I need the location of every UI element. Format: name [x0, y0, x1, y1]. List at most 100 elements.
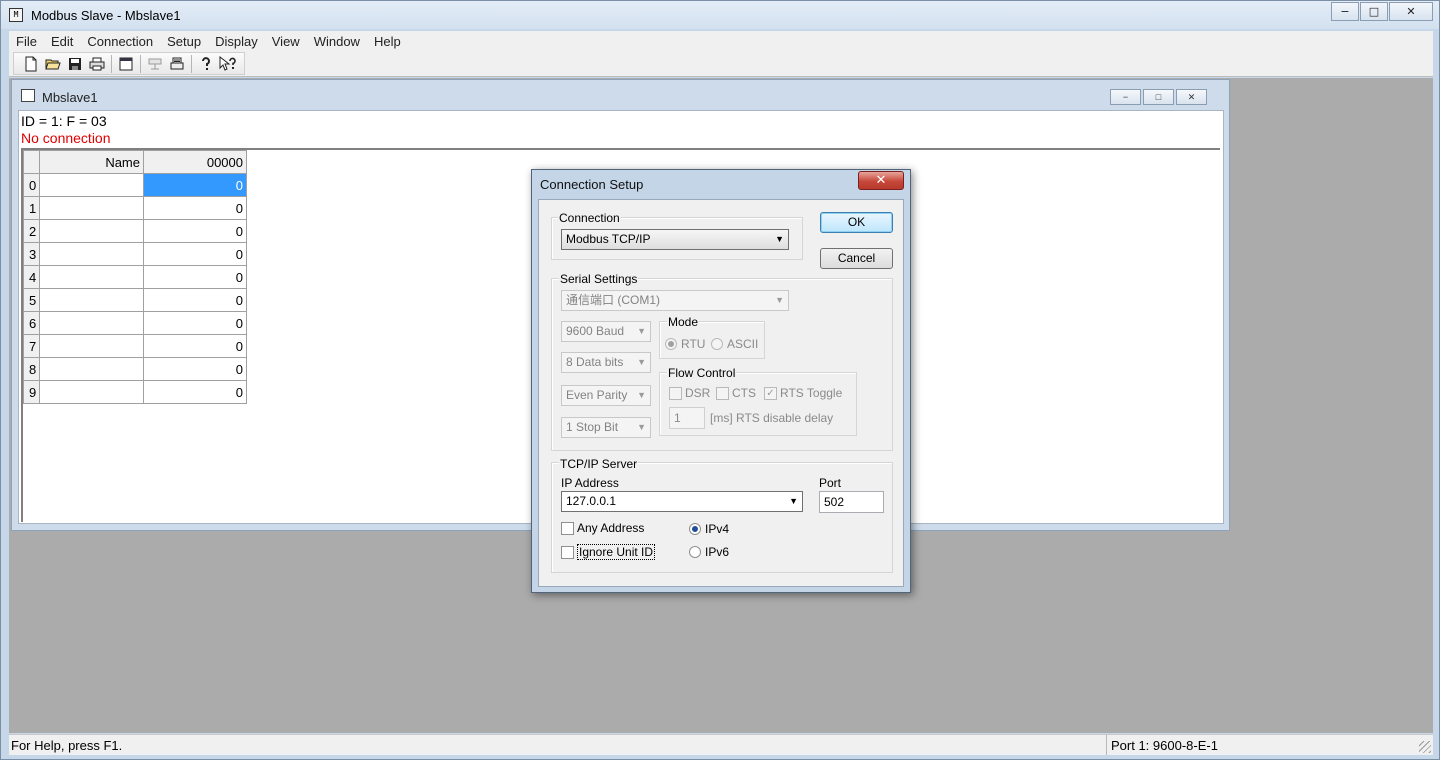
row-header[interactable]: 7 — [23, 334, 40, 358]
menu-bar: File Edit Connection Setup Display View … — [9, 31, 1433, 51]
stop-bits-select[interactable]: 1 Stop Bit ▼ — [561, 417, 651, 438]
menu-setup[interactable]: Setup — [160, 34, 208, 49]
ip-address-label: IP Address — [561, 476, 619, 490]
name-cell[interactable] — [39, 380, 144, 404]
chevron-down-icon: ▼ — [775, 295, 784, 305]
column-header-address[interactable]: 00000 — [143, 150, 247, 174]
row-header[interactable]: 0 — [23, 173, 40, 197]
value-cell[interactable]: 0 — [143, 357, 247, 381]
value-cell[interactable]: 0 — [143, 219, 247, 243]
dialog-close-button[interactable]: ✕ — [858, 171, 904, 190]
cancel-button[interactable]: Cancel — [820, 248, 893, 269]
ignore-unit-id-checkbox[interactable]: Ignore Unit ID — [561, 544, 656, 560]
name-cell[interactable] — [39, 242, 144, 266]
name-cell[interactable] — [39, 288, 144, 312]
row-header[interactable]: 5 — [23, 288, 40, 312]
row-header[interactable]: 9 — [23, 380, 40, 404]
name-cell[interactable] — [39, 334, 144, 358]
row-header[interactable]: 1 — [23, 196, 40, 220]
column-header-name[interactable]: Name — [39, 150, 144, 174]
menu-connection[interactable]: Connection — [80, 34, 160, 49]
ip-address-value: 127.0.0.1 — [566, 494, 617, 508]
child-minimize-button[interactable]: − — [1110, 89, 1141, 105]
connection-setup-dialog: Connection Setup ✕ Connection Modbus TCP… — [531, 169, 911, 593]
checkbox-empty-icon — [716, 386, 729, 400]
name-cell[interactable] — [39, 219, 144, 243]
value-cell[interactable]: 0 — [143, 196, 247, 220]
app-window: M Modbus Slave - Mbslave1 − □ ✕ File Edi… — [0, 0, 1440, 760]
child-close-button[interactable]: ✕ — [1176, 89, 1207, 105]
cts-checkbox[interactable]: CTS — [716, 386, 756, 400]
name-cell[interactable] — [39, 173, 144, 197]
value-cell[interactable]: 0 — [143, 311, 247, 335]
connect-icon[interactable] — [144, 54, 166, 74]
connection-type-select[interactable]: Modbus TCP/IP ▼ — [561, 229, 789, 250]
open-icon[interactable] — [42, 54, 64, 74]
child-title-bar[interactable]: Mbslave1 − □ ✕ — [12, 80, 1229, 110]
ip-address-select[interactable]: 127.0.0.1 ▼ — [561, 491, 803, 512]
menu-file[interactable]: File — [9, 34, 44, 49]
toolbar-separator — [140, 54, 141, 73]
row-header[interactable]: 8 — [23, 357, 40, 381]
ipv4-radio[interactable]: IPv4 — [689, 522, 729, 536]
value-cell[interactable]: 0 — [143, 288, 247, 312]
parity-select[interactable]: Even Parity ▼ — [561, 385, 651, 406]
serial-port-select[interactable]: 通信端口 (COM1) ▼ — [561, 290, 789, 311]
cts-label: CTS — [732, 386, 756, 400]
menu-edit[interactable]: Edit — [44, 34, 80, 49]
stop-bits-value: 1 Stop Bit — [566, 420, 619, 434]
name-cell[interactable] — [39, 196, 144, 220]
maximize-button[interactable]: □ — [1360, 2, 1388, 21]
name-cell[interactable] — [39, 311, 144, 335]
name-cell[interactable] — [39, 357, 144, 381]
ok-button[interactable]: OK — [820, 212, 893, 233]
data-bits-select[interactable]: 8 Data bits ▼ — [561, 352, 651, 373]
port-label: Port — [819, 476, 842, 490]
port-input[interactable]: 502 — [819, 491, 884, 513]
print-preview-icon[interactable] — [166, 54, 188, 74]
mode-rtu-radio[interactable]: RTU — [665, 337, 705, 351]
ipv6-radio[interactable]: IPv6 — [689, 545, 729, 559]
menu-help[interactable]: Help — [367, 34, 408, 49]
dsr-checkbox[interactable]: DSR — [669, 386, 710, 400]
child-restore-button[interactable]: □ — [1143, 89, 1174, 105]
row-header[interactable]: 2 — [23, 219, 40, 243]
any-address-checkbox[interactable]: Any Address — [561, 521, 644, 535]
baud-rate-select[interactable]: 9600 Baud ▼ — [561, 321, 651, 342]
checkbox-empty-icon — [561, 545, 574, 559]
table-row: 9 0 — [23, 380, 247, 404]
rts-delay-input[interactable]: 1 — [669, 407, 705, 429]
close-button[interactable]: ✕ — [1389, 2, 1433, 21]
context-help-icon[interactable] — [217, 54, 239, 74]
row-header[interactable]: 4 — [23, 265, 40, 289]
value-cell[interactable]: 0 — [143, 265, 247, 289]
menu-window[interactable]: Window — [307, 34, 367, 49]
row-header[interactable]: 3 — [23, 242, 40, 266]
menu-view[interactable]: View — [265, 34, 307, 49]
save-icon[interactable] — [64, 54, 86, 74]
value-cell[interactable]: 0 — [143, 334, 247, 358]
window-icon[interactable] — [115, 54, 137, 74]
title-bar[interactable]: M Modbus Slave - Mbslave1 − □ ✕ — [1, 1, 1439, 29]
new-icon[interactable] — [20, 54, 42, 74]
help-icon[interactable] — [195, 54, 217, 74]
radio-empty-icon — [711, 338, 723, 350]
parity-value: Even Parity — [566, 388, 628, 402]
document-icon[interactable] — [21, 89, 35, 102]
minimize-button[interactable]: − — [1331, 2, 1359, 21]
menu-display[interactable]: Display — [208, 34, 265, 49]
value-cell[interactable]: 0 — [143, 173, 247, 197]
row-header[interactable]: 6 — [23, 311, 40, 335]
radio-selected-icon — [665, 338, 677, 350]
print-icon[interactable] — [86, 54, 108, 74]
mode-ascii-radio[interactable]: ASCII — [711, 337, 758, 351]
resize-grip[interactable] — [1419, 741, 1431, 753]
name-cell[interactable] — [39, 265, 144, 289]
window-controls: − □ ✕ — [1330, 2, 1433, 21]
dialog-body: Connection Modbus TCP/IP ▼ OK Cancel Ser… — [538, 199, 904, 587]
rts-toggle-checkbox[interactable]: ✓ RTS Toggle — [764, 386, 842, 400]
value-cell[interactable]: 0 — [143, 242, 247, 266]
toolbar-separator — [111, 54, 112, 73]
app-icon[interactable]: M — [9, 8, 23, 22]
value-cell[interactable]: 0 — [143, 380, 247, 404]
